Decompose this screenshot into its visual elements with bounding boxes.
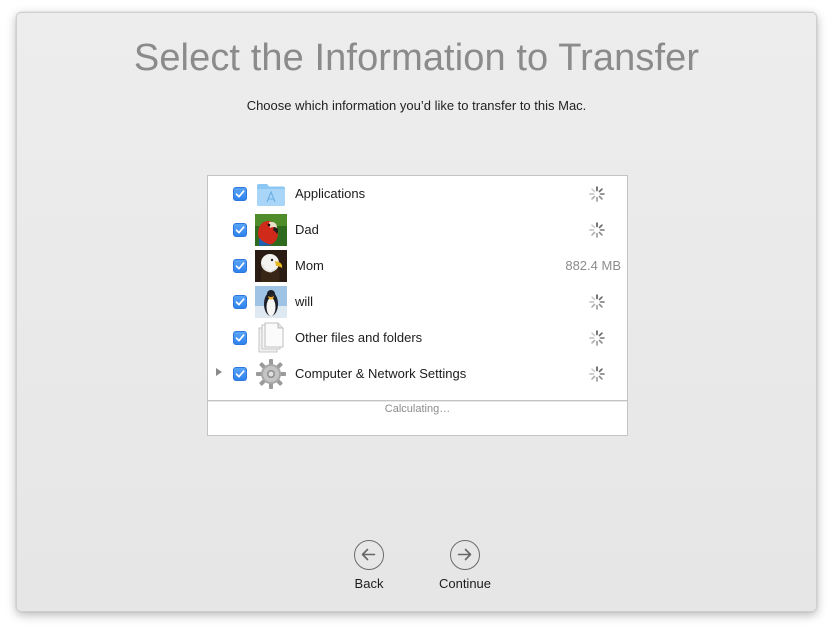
list-item-computer-network-settings[interactable]: Computer & Network Settings xyxy=(208,356,627,392)
transfer-list: Applications Dad Mom 882.4 MB will Other… xyxy=(208,176,627,400)
progress-spinner-icon xyxy=(589,186,605,202)
eagle-avatar-icon xyxy=(255,250,287,282)
will-label: will xyxy=(295,294,314,309)
list-item-will[interactable]: will xyxy=(208,284,627,320)
parrot-avatar-icon xyxy=(255,214,287,246)
continue-label[interactable]: Continue xyxy=(429,576,501,591)
list-item-dad[interactable]: Dad xyxy=(208,212,627,248)
applications-folder-icon xyxy=(255,178,287,210)
gear-icon xyxy=(255,358,287,390)
dad-label: Dad xyxy=(295,222,319,237)
continue-arrow-icon[interactable] xyxy=(450,540,480,570)
back-arrow-icon[interactable] xyxy=(354,540,384,570)
back-label[interactable]: Back xyxy=(339,576,399,591)
documents-icon xyxy=(255,322,287,354)
page-title: Select the Information to Transfer xyxy=(133,37,700,79)
progress-spinner-icon xyxy=(589,294,605,310)
list-item-applications[interactable]: Applications xyxy=(208,176,627,212)
progress-spinner-icon xyxy=(589,330,605,346)
applications-label: Applications xyxy=(295,186,366,201)
calculating-status: Calculating… xyxy=(384,403,451,415)
progress-spinner-icon xyxy=(589,222,605,238)
progress-spinner-icon xyxy=(589,366,605,382)
transfer-list-panel: Applications Dad Mom 882.4 MB will Other… xyxy=(207,175,628,436)
list-item-mom[interactable]: Mom 882.4 MB xyxy=(208,248,627,284)
will-checkbox[interactable] xyxy=(233,295,247,309)
computer-network-settings-checkbox[interactable] xyxy=(233,367,247,381)
other-files-checkbox[interactable] xyxy=(233,331,247,345)
list-footer: Calculating… xyxy=(208,400,627,436)
mom-size: 882.4 MB xyxy=(565,258,621,273)
page-subtitle: Choose which information you’d like to t… xyxy=(246,98,587,113)
continue-button[interactable]: Continue xyxy=(429,540,501,591)
mom-label: Mom xyxy=(295,258,324,273)
applications-checkbox[interactable] xyxy=(233,187,247,201)
back-button[interactable]: Back xyxy=(339,540,399,591)
penguin-avatar-icon xyxy=(255,286,287,318)
disclosure-triangle-icon[interactable] xyxy=(216,368,222,376)
other-files-label: Other files and folders xyxy=(295,330,423,345)
dad-checkbox[interactable] xyxy=(233,223,247,237)
computer-network-settings-label: Computer & Network Settings xyxy=(295,366,467,381)
mom-checkbox[interactable] xyxy=(233,259,247,273)
migration-window: Select the Information to Transfer Choos… xyxy=(16,12,817,612)
list-item-other-files[interactable]: Other files and folders xyxy=(208,320,627,356)
